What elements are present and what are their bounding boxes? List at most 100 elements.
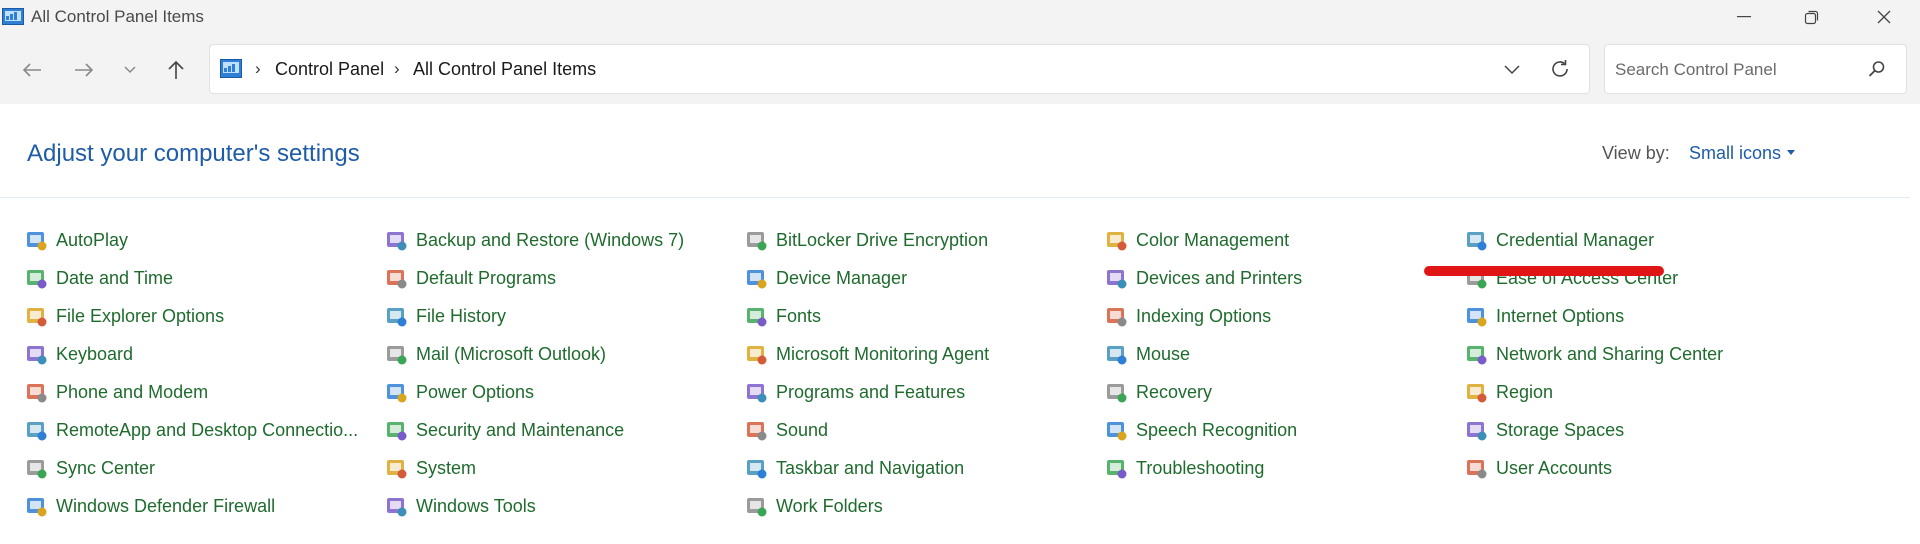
cp-item-indexing-options[interactable]: Indexing Options	[1105, 302, 1271, 330]
restore-icon	[1804, 10, 1819, 25]
cp-item-mouse[interactable]: Mouse	[1105, 340, 1190, 368]
windows-defender-firewall-icon	[27, 497, 47, 516]
cp-item-label: Taskbar and Navigation	[776, 457, 965, 478]
cp-item-label: Windows Tools	[416, 495, 536, 516]
forward-arrow-icon	[75, 63, 94, 77]
cp-item-windows-tools[interactable]: Windows Tools	[385, 492, 536, 520]
power-options-icon	[387, 383, 407, 402]
cp-item-label: BitLocker Drive Encryption	[776, 229, 989, 250]
cp-item-network-and-sharing-center[interactable]: Network and Sharing Center	[1465, 340, 1723, 368]
microsoft-monitoring-agent-icon	[747, 345, 767, 364]
cp-item-mail-microsoft-outlook[interactable]: Mail (Microsoft Outlook)	[385, 340, 606, 368]
windows-tools-icon	[387, 497, 407, 516]
cp-item-devices-and-printers[interactable]: Devices and Printers	[1105, 264, 1302, 292]
internet-options-icon	[1467, 307, 1487, 326]
address-bar[interactable]: › Control Panel › All Control Panel Item…	[209, 44, 1590, 94]
breadcrumb-all-items[interactable]: All Control Panel Items	[413, 59, 596, 80]
cp-item-system[interactable]: System	[385, 454, 476, 482]
cp-item-programs-and-features[interactable]: Programs and Features	[745, 378, 965, 406]
close-button[interactable]	[1856, 0, 1912, 34]
minimize-button[interactable]	[1716, 0, 1772, 34]
bitlocker-drive-encryption-icon	[747, 231, 767, 250]
cp-item-user-accounts[interactable]: User Accounts	[1465, 454, 1612, 482]
file-history-icon	[387, 307, 407, 326]
cp-item-security-and-maintenance[interactable]: Security and Maintenance	[385, 416, 624, 444]
color-management-icon	[1107, 231, 1127, 250]
search-input[interactable]	[1615, 58, 1855, 82]
cp-item-microsoft-monitoring-agent[interactable]: Microsoft Monitoring Agent	[745, 340, 989, 368]
view-by-dropdown[interactable]: Small icons	[1689, 143, 1781, 164]
forward-button[interactable]	[70, 58, 98, 82]
cp-item-label: System	[416, 457, 477, 478]
minimize-icon	[1737, 16, 1751, 18]
cp-item-file-history[interactable]: File History	[385, 302, 506, 330]
cp-item-autoplay[interactable]: AutoPlay	[25, 226, 128, 254]
taskbar-and-navigation-icon	[747, 459, 767, 478]
cp-item-windows-defender-firewall[interactable]: Windows Defender Firewall	[25, 492, 275, 520]
fonts-icon	[747, 307, 767, 326]
cp-item-credential-manager[interactable]: Credential Manager	[1465, 226, 1654, 254]
device-manager-icon	[747, 269, 767, 288]
refresh-icon[interactable]	[1549, 58, 1571, 80]
search-box[interactable]	[1604, 44, 1907, 94]
up-button[interactable]	[162, 58, 190, 82]
autoplay-icon	[27, 231, 47, 250]
back-button[interactable]	[18, 58, 46, 82]
cp-item-sync-center[interactable]: Sync Center	[25, 454, 155, 482]
cp-item-work-folders[interactable]: Work Folders	[745, 492, 883, 520]
cp-item-label: Device Manager	[776, 267, 908, 288]
control-panel-icon	[2, 8, 24, 25]
cp-item-keyboard[interactable]: Keyboard	[25, 340, 133, 368]
cp-item-label: Region	[1496, 381, 1554, 402]
cp-item-file-explorer-options[interactable]: File Explorer Options	[25, 302, 224, 330]
navigation-bar: › Control Panel › All Control Panel Item…	[0, 34, 1920, 104]
annotation-underline	[1424, 266, 1664, 276]
cp-item-troubleshooting[interactable]: Troubleshooting	[1105, 454, 1264, 482]
credential-manager-icon	[1467, 231, 1487, 250]
window-title: All Control Panel Items	[31, 7, 204, 26]
cp-item-speech-recognition[interactable]: Speech Recognition	[1105, 416, 1297, 444]
cp-item-region[interactable]: Region	[1465, 378, 1553, 406]
cp-item-label: Programs and Features	[776, 381, 966, 402]
cp-item-label: Sync Center	[56, 457, 156, 478]
search-icon[interactable]	[1868, 60, 1886, 78]
header-divider	[0, 197, 1910, 198]
cp-item-taskbar-and-navigation[interactable]: Taskbar and Navigation	[745, 454, 964, 482]
cp-item-power-options[interactable]: Power Options	[385, 378, 534, 406]
cp-item-label: RemoteApp and Desktop Connectio...	[56, 419, 359, 440]
cp-item-storage-spaces[interactable]: Storage Spaces	[1465, 416, 1624, 444]
cp-item-phone-and-modem[interactable]: Phone and Modem	[25, 378, 208, 406]
cp-item-label: Network and Sharing Center	[1496, 343, 1724, 364]
cp-item-device-manager[interactable]: Device Manager	[745, 264, 907, 292]
cp-item-internet-options[interactable]: Internet Options	[1465, 302, 1624, 330]
cp-item-label: Indexing Options	[1136, 305, 1272, 326]
cp-item-color-management[interactable]: Color Management	[1105, 226, 1289, 254]
cp-item-sound[interactable]: Sound	[745, 416, 828, 444]
cp-item-default-programs[interactable]: Default Programs	[385, 264, 556, 292]
cp-item-date-and-time[interactable]: Date and Time	[25, 264, 173, 292]
cp-item-remoteapp-and-desktop-connectio[interactable]: RemoteApp and Desktop Connectio...	[25, 416, 358, 444]
close-icon	[1877, 10, 1891, 24]
breadcrumb-control-panel[interactable]: Control Panel	[275, 59, 384, 80]
cp-item-backup-and-restore-windows-7[interactable]: Backup and Restore (Windows 7)	[385, 226, 684, 254]
cp-item-label: Windows Defender Firewall	[56, 495, 276, 516]
view-by-caret-icon[interactable]	[1787, 150, 1795, 155]
cp-item-recovery[interactable]: Recovery	[1105, 378, 1212, 406]
cp-item-label: Internet Options	[1496, 305, 1625, 326]
control-panel-icon	[220, 59, 242, 78]
cp-item-label: Sound	[776, 419, 829, 440]
cp-item-label: Default Programs	[416, 267, 557, 288]
address-history-chevron-icon[interactable]	[1503, 60, 1521, 78]
cp-item-label: Security and Maintenance	[416, 419, 625, 440]
user-accounts-icon	[1467, 459, 1487, 478]
keyboard-icon	[27, 345, 47, 364]
restore-button[interactable]	[1784, 0, 1840, 34]
system-icon	[387, 459, 407, 478]
breadcrumb-separator: ›	[394, 59, 400, 78]
cp-item-fonts[interactable]: Fonts	[745, 302, 821, 330]
page-title: Adjust your computer's settings	[27, 140, 360, 167]
default-programs-icon	[387, 269, 407, 288]
cp-item-bitlocker-drive-encryption[interactable]: BitLocker Drive Encryption	[745, 226, 988, 254]
phone-and-modem-icon	[27, 383, 47, 402]
recent-locations-button[interactable]	[116, 58, 144, 82]
